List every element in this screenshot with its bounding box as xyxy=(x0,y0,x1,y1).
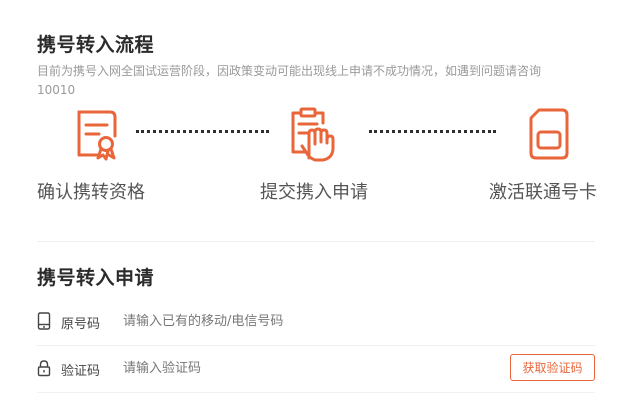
flow-connector-dots xyxy=(136,130,269,135)
flow-title: 携号转入流程 xyxy=(37,34,155,56)
section-divider xyxy=(37,241,595,242)
apply-title: 携号转入申请 xyxy=(37,267,155,289)
get-code-button[interactable]: 获取验证码 xyxy=(510,354,595,381)
code-label: 验证码 xyxy=(61,364,101,379)
row-divider xyxy=(37,392,595,393)
row-divider xyxy=(37,345,595,346)
hand-clipboard-icon xyxy=(285,106,341,162)
phone-label: 原号码 xyxy=(61,317,101,332)
sim-card-icon xyxy=(521,106,577,162)
phone-row: 原号码 xyxy=(37,306,595,336)
code-row: 验证码 获取验证码 xyxy=(37,353,595,383)
notice-text: 目前为携号入网全国试运营阶段，因政策变动可能出现线上申请不成功情况，如遇到问题请… xyxy=(37,64,542,97)
step-label-confirm: 确认携转资格 xyxy=(37,182,145,203)
code-input[interactable] xyxy=(123,357,423,379)
flow-connector-dots xyxy=(369,130,496,135)
step-label-activate: 激活联通号卡 xyxy=(489,182,597,203)
step-label-submit: 提交携入申请 xyxy=(260,182,368,203)
lock-icon xyxy=(37,359,51,377)
certificate-icon xyxy=(70,106,126,162)
phone-icon xyxy=(37,312,51,330)
phone-input[interactable] xyxy=(123,310,483,332)
